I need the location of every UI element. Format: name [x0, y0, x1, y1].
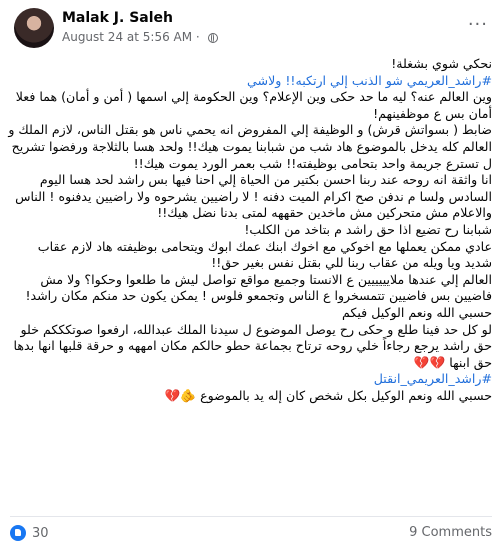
post-body: نحكي شوي بشغلة! #راشد_العريمي شو الذنب إ…	[8, 56, 492, 404]
post-line: ضابط ( بسواتش قرش) و الوظيفة إلي المفروض…	[8, 122, 492, 171]
post-line: عادي ممكن يعملها مع اخوكي مع اخوك ابنك ع…	[37, 238, 492, 271]
avatar[interactable]	[14, 8, 54, 48]
like-icon	[10, 525, 26, 541]
more-options-icon[interactable]: ···	[468, 14, 488, 35]
post-header: Malak J. Saleh August 24 at 5:56 AM · ··…	[14, 6, 488, 50]
author-name[interactable]: Malak J. Saleh	[62, 10, 173, 26]
post-line: نحكي شوي بشغلة!	[391, 56, 492, 71]
post-line: وين العالم عنه؟ ليه ما حد حكى وين الإعلا…	[15, 89, 492, 121]
hashtag-link[interactable]: #راشد_العريمي_انقتل	[8, 371, 492, 388]
post-meta: August 24 at 5:56 AM ·	[62, 30, 218, 44]
reactions-count: 30	[32, 526, 49, 541]
facebook-post: Malak J. Saleh August 24 at 5:56 AM · ··…	[0, 0, 502, 549]
post-line: حسبي الله ونعم الوكيل فيكم	[342, 304, 492, 320]
comments-link[interactable]: 9 Comments	[409, 525, 492, 540]
hashtag-line[interactable]: #راشد_العريمي شو الذنب إلي ارتكبه!! ولاش…	[8, 73, 492, 90]
post-line: حسبي الله ونعم الوكيل بكل شخص كان إله يد…	[164, 387, 492, 403]
post-line: شبابنا رح تضيع اذا حق راشد م بتاخد من ال…	[244, 221, 492, 237]
post-timestamp[interactable]: August 24 at 5:56 AM	[62, 30, 192, 44]
reactions-summary[interactable]: 30	[10, 525, 49, 541]
post-line: انا واثقة انه روحه عند ربنا احسن بكتير م…	[15, 172, 492, 221]
post-footer: 30 9 Comments	[10, 516, 492, 545]
post-line: العالم إلي عندها ملايييييين ع الانستا وج…	[25, 271, 492, 304]
globe-icon	[207, 33, 218, 43]
post-line: لو كل حد فينا طلع و حكى رح يوصل الموضوع …	[13, 321, 492, 370]
